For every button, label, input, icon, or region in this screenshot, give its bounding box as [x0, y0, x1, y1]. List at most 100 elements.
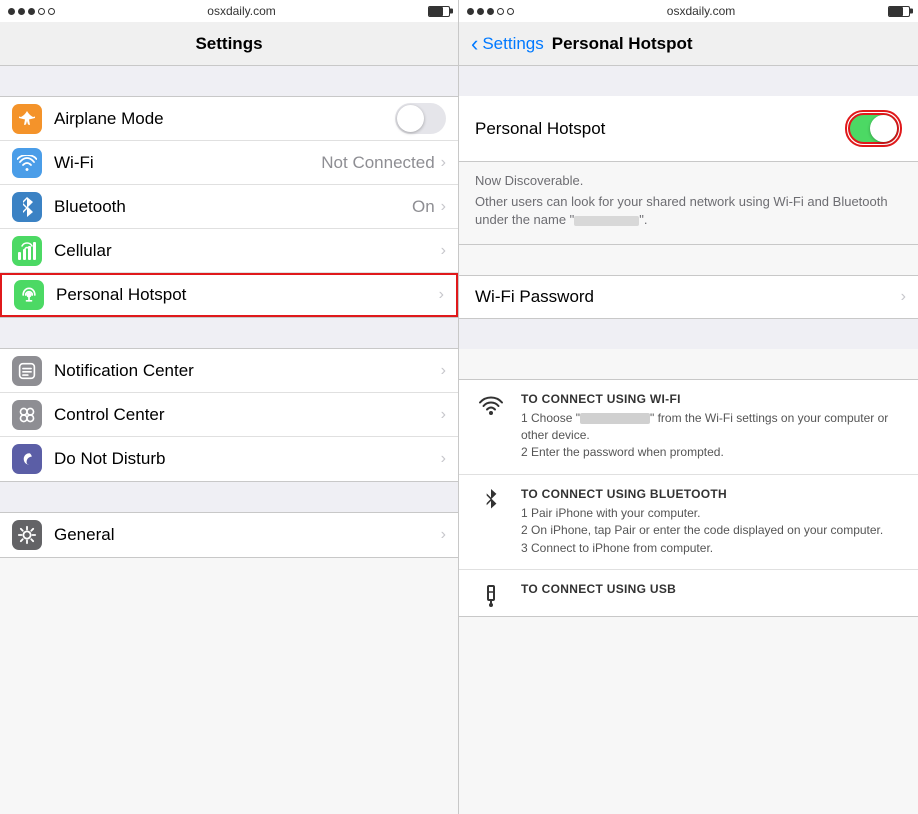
- instruction-bluetooth: TO CONNECT USING BLUETOOTH 1 Pair iPhone…: [459, 475, 918, 570]
- hotspot-header-label: Personal Hotspot: [475, 119, 605, 139]
- instr-usb-title: TO CONNECT USING USB: [521, 582, 902, 596]
- dot2: [18, 8, 25, 15]
- hotspot-toggle[interactable]: [848, 113, 899, 144]
- instr-bt-text: TO CONNECT USING BLUETOOTH 1 Pair iPhone…: [521, 487, 902, 557]
- instr-wifi-title: TO CONNECT USING WI-FI: [521, 392, 902, 406]
- settings-group-general: General ›: [0, 512, 458, 558]
- row-personal-hotspot[interactable]: Personal Hotspot ›: [0, 273, 458, 317]
- left-url: osxdaily.com: [207, 4, 275, 18]
- row-cellular[interactable]: Cellular ›: [0, 229, 458, 273]
- airplane-toggle-thumb: [397, 105, 424, 132]
- instructions-section: TO CONNECT USING WI-FI 1 Choose "" from …: [459, 379, 918, 617]
- right-gap-1: [459, 66, 918, 96]
- control-icon: [18, 406, 36, 424]
- general-chevron: ›: [441, 526, 446, 544]
- battery-fill: [429, 7, 443, 16]
- control-label: Control Center: [54, 405, 441, 425]
- instr-bt-title: TO CONNECT USING BLUETOOTH: [521, 487, 902, 501]
- dnd-icon-bg: [12, 444, 42, 474]
- notification-chevron: ›: [441, 362, 446, 380]
- instr-bt-svg: [482, 489, 500, 515]
- cellular-label: Cellular: [54, 241, 441, 261]
- back-button[interactable]: ‹ Settings: [471, 33, 544, 55]
- cellular-icon: [18, 242, 36, 260]
- wifi-chevron: ›: [441, 154, 446, 172]
- section-gap-3: [0, 482, 458, 512]
- right-gap-2: [459, 319, 918, 349]
- instr-wifi-body: 1 Choose "" from the Wi-Fi settings on y…: [521, 410, 902, 462]
- signal-dots: [8, 8, 55, 15]
- hotspot-toggle-wrapper: [845, 110, 902, 147]
- back-label: Settings: [482, 34, 543, 54]
- discoverable-line1: Now Discoverable.: [475, 172, 902, 190]
- bluetooth-icon-bg: [12, 192, 42, 222]
- cellular-icon-bg: [12, 236, 42, 266]
- right-nav-title: Personal Hotspot: [552, 34, 693, 54]
- dnd-chevron: ›: [441, 450, 446, 468]
- cellular-chevron: ›: [441, 242, 446, 260]
- row-do-not-disturb[interactable]: Do Not Disturb ›: [0, 437, 458, 481]
- hotspot-toggle-thumb: [870, 115, 897, 142]
- bluetooth-icon: [20, 197, 34, 217]
- row-control-center[interactable]: Control Center ›: [0, 393, 458, 437]
- notification-icon-bg: [12, 356, 42, 386]
- gear-icon: [17, 525, 37, 545]
- instruction-wifi: TO CONNECT USING WI-FI 1 Choose "" from …: [459, 380, 918, 475]
- left-nav-bar: Settings: [0, 22, 458, 66]
- row-general[interactable]: General ›: [0, 513, 458, 557]
- airplane-icon-bg: [12, 104, 42, 134]
- row-airplane-mode[interactable]: Airplane Mode: [0, 97, 458, 141]
- discoverable-line2: Other users can look for your shared net…: [475, 193, 902, 229]
- r-dot4: [497, 8, 504, 15]
- r-dot1: [467, 8, 474, 15]
- right-url: osxdaily.com: [667, 4, 735, 18]
- wifi-value: Not Connected: [321, 153, 434, 173]
- wifi-password-label: Wi-Fi Password: [475, 287, 901, 307]
- left-status-bar: osxdaily.com: [0, 0, 458, 22]
- r-dot2: [477, 8, 484, 15]
- instr-usb-icon: [475, 582, 507, 608]
- control-icon-bg: [12, 400, 42, 430]
- airplane-icon: [17, 109, 37, 129]
- instr-bt-body: 1 Pair iPhone with your computer. 2 On i…: [521, 505, 902, 557]
- control-chevron: ›: [441, 406, 446, 424]
- r-dot3: [487, 8, 494, 15]
- instr-wifi-icon: [475, 392, 507, 416]
- bluetooth-label: Bluetooth: [54, 197, 412, 217]
- row-bluetooth[interactable]: Bluetooth On ›: [0, 185, 458, 229]
- right-status-bar: osxdaily.com: [459, 0, 918, 22]
- general-label: General: [54, 525, 441, 545]
- dot4: [38, 8, 45, 15]
- wifi-label: Wi-Fi: [54, 153, 321, 173]
- row-wifi[interactable]: Wi-Fi Not Connected ›: [0, 141, 458, 185]
- row-notification-center[interactable]: Notification Center ›: [0, 349, 458, 393]
- moon-icon: [18, 450, 36, 468]
- wifi-password-chevron: ›: [901, 288, 906, 306]
- notification-label: Notification Center: [54, 361, 441, 381]
- dnd-label: Do Not Disturb: [54, 449, 441, 469]
- general-icon-bg: [12, 520, 42, 550]
- hotspot-header: Personal Hotspot: [459, 96, 918, 162]
- wifi-icon-bg: [12, 148, 42, 178]
- r-dot5: [507, 8, 514, 15]
- instr-bt-icon: [475, 487, 507, 515]
- airplane-toggle[interactable]: [395, 103, 446, 134]
- bluetooth-value: On: [412, 197, 435, 217]
- back-chevron-icon: ‹: [471, 33, 478, 55]
- personal-hotspot-label: Personal Hotspot: [56, 285, 439, 305]
- right-content: Personal Hotspot Now Discoverable. Other…: [459, 66, 918, 814]
- instruction-usb: TO CONNECT USING USB: [459, 570, 918, 616]
- settings-list: Airplane Mode Wi-Fi Not Connected: [0, 66, 458, 814]
- dot5: [48, 8, 55, 15]
- dot3: [28, 8, 35, 15]
- instr-usb-svg: [479, 584, 503, 608]
- wifi-password-row[interactable]: Wi-Fi Password ›: [459, 275, 918, 319]
- dot1: [8, 8, 15, 15]
- instr-wifi-svg: [478, 394, 504, 416]
- wifi-icon: [17, 155, 37, 171]
- right-panel: osxdaily.com ‹ Settings Personal Hotspot…: [459, 0, 918, 814]
- settings-group-network: Airplane Mode Wi-Fi Not Connected: [0, 96, 458, 318]
- notification-icon: [18, 362, 36, 380]
- instr-usb-text: TO CONNECT USING USB: [521, 582, 902, 600]
- discoverable-text: Now Discoverable. Other users can look f…: [459, 162, 918, 245]
